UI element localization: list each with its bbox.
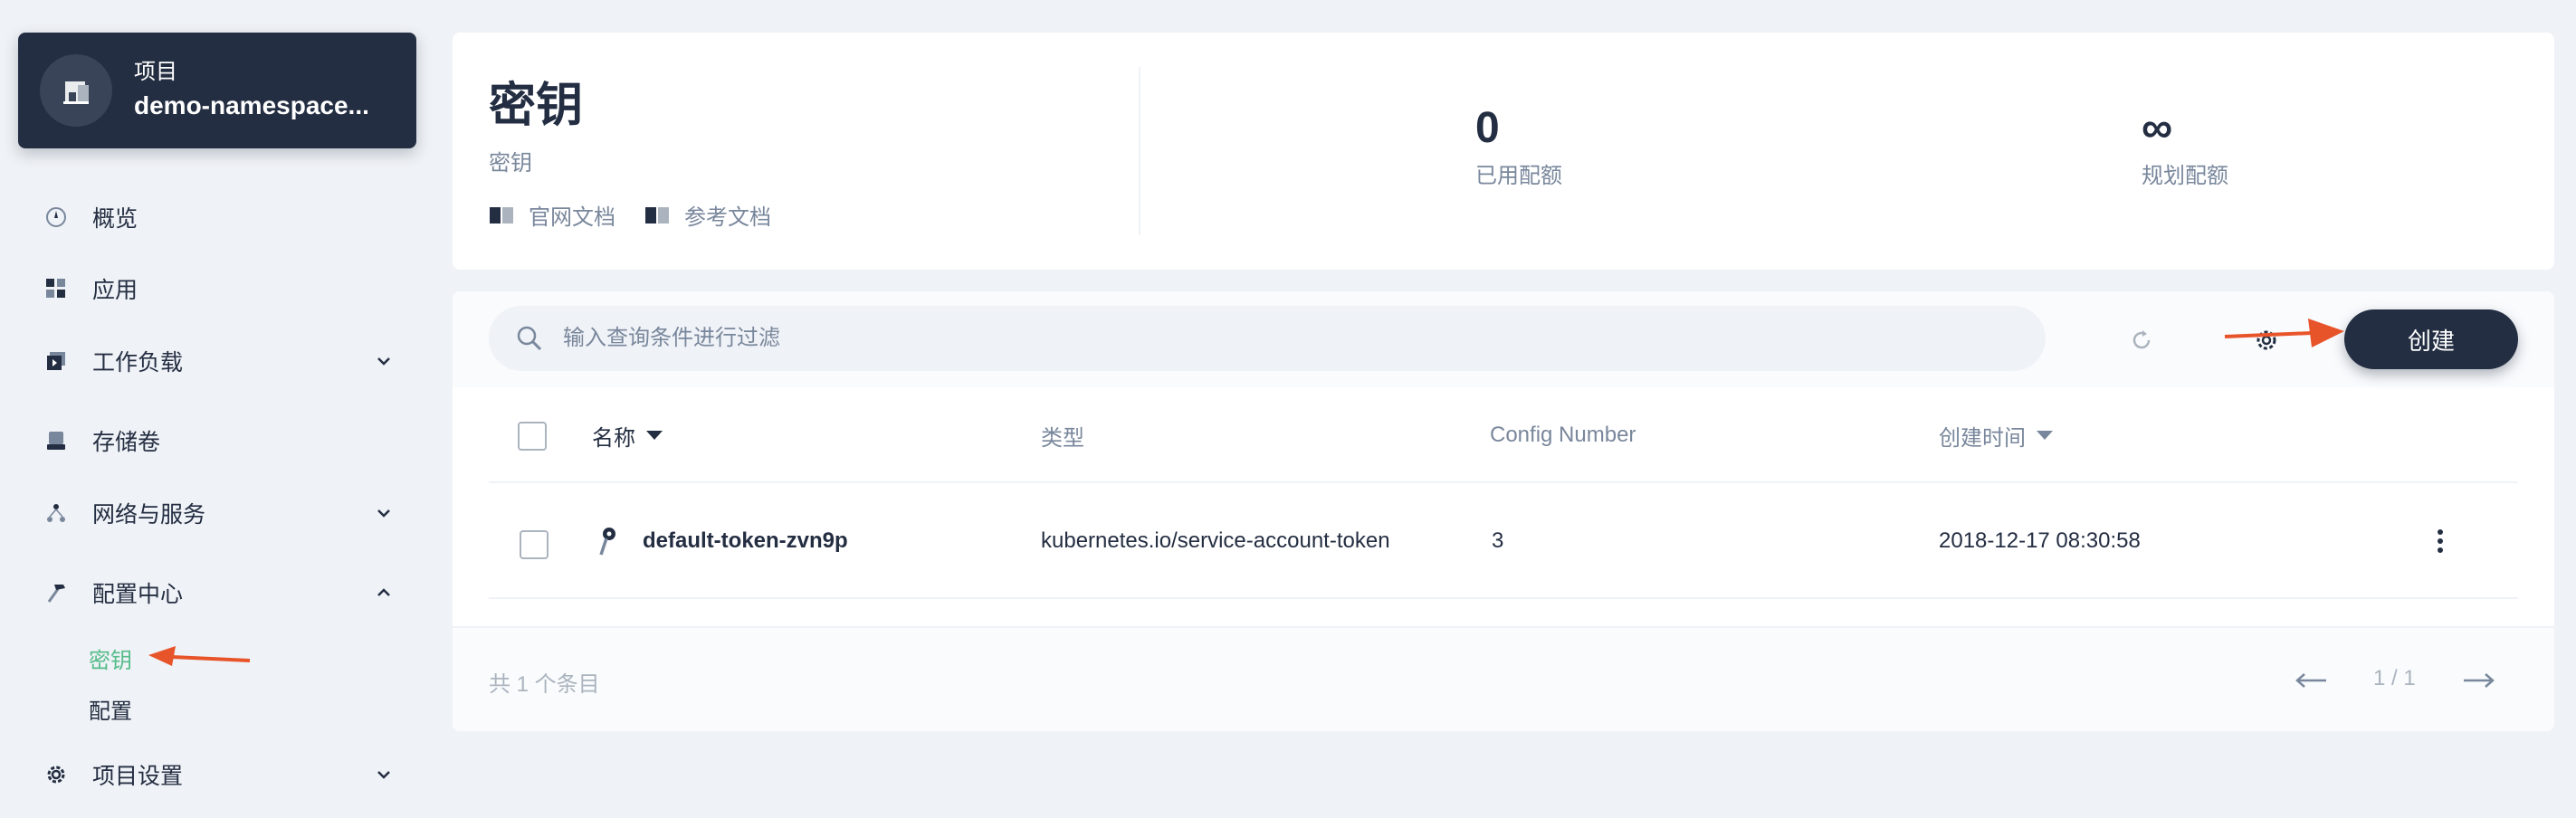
- page-header: 密钥 密钥 官网文档 参考文档 0 已用配额 ∞ 规划配额: [453, 33, 2554, 270]
- search-bar[interactable]: [489, 306, 2046, 371]
- sidebar-subitem-configmaps[interactable]: 配置: [89, 693, 132, 725]
- column-header-label: Config Number: [1490, 423, 1636, 447]
- refresh-button[interactable]: [2123, 322, 2160, 358]
- page-indicator: 1 / 1: [2373, 666, 2416, 690]
- sort-caret-icon: [2037, 431, 2053, 440]
- hammer-icon: [43, 580, 69, 605]
- column-header-label: 名称: [592, 425, 635, 451]
- chevron-down-icon[interactable]: [371, 348, 396, 374]
- chevron-up-icon[interactable]: [371, 580, 396, 605]
- table-row[interactable]: default-token-zvn9p kubernetes.io/servic…: [489, 483, 2518, 599]
- column-header-created[interactable]: 创建时间: [1939, 387, 2053, 483]
- project-selector[interactable]: 项目 demo-namespace...: [18, 33, 416, 148]
- sidebar-item-settings[interactable]: 项目设置: [43, 747, 396, 802]
- network-icon: [43, 500, 69, 526]
- column-header-type: 类型: [1041, 387, 1084, 483]
- column-header-label: 创建时间: [1939, 425, 2026, 451]
- dashboard-icon: [43, 204, 69, 230]
- storage-icon: [43, 428, 69, 453]
- sidebar-item-label: 工作负载: [92, 350, 184, 376]
- sidebar-item-label: 应用: [92, 278, 138, 303]
- quota-used: 0 已用配额: [1475, 103, 1562, 189]
- header-divider: [1139, 67, 1140, 235]
- official-docs-link[interactable]: 官网文档: [489, 199, 615, 231]
- sidebar-item-workloads[interactable]: 工作负载: [43, 334, 396, 388]
- quota-used-label: 已用配额: [1475, 164, 1562, 188]
- page-title: 密钥: [489, 80, 584, 132]
- secret-config-number: 3: [1492, 528, 1504, 553]
- chevron-down-icon[interactable]: [371, 762, 396, 787]
- arrow-left-icon: [2295, 673, 2326, 688]
- sidebar-item-apps[interactable]: 应用: [43, 262, 396, 316]
- apps-grid-icon: [43, 276, 69, 301]
- sidebar-item-label: 概览: [92, 206, 138, 232]
- column-header-label: 类型: [1041, 425, 1084, 451]
- project-avatar: [40, 54, 112, 127]
- sidebar-item-label: 存储卷: [92, 430, 161, 455]
- quota-planned-label: 规划配额: [2142, 164, 2228, 188]
- quota-planned: ∞ 规划配额: [2142, 103, 2228, 189]
- row-checkbox[interactable]: [520, 530, 549, 559]
- column-header-name[interactable]: 名称: [592, 387, 663, 483]
- sort-caret-icon: [646, 431, 663, 440]
- annotation-arrow-right: [2224, 319, 2344, 347]
- next-page-button[interactable]: [2460, 662, 2496, 699]
- quota-used-value: 0: [1475, 104, 1500, 152]
- search-input[interactable]: [563, 326, 1921, 351]
- table-footer: 共 1 个条目 1 / 1: [453, 626, 2554, 731]
- quota-planned-value: ∞: [2142, 104, 2173, 152]
- workload-icon: [43, 348, 69, 374]
- search-icon: [517, 326, 542, 351]
- doc-links: 官网文档 参考文档: [489, 199, 800, 231]
- table-header: 名称 类型 Config Number 创建时间: [489, 387, 2518, 483]
- doc-link-label: 官网文档: [529, 205, 615, 230]
- sidebar-item-label: 网络与服务: [92, 502, 206, 528]
- sidebar-item-network[interactable]: 网络与服务: [43, 486, 396, 540]
- select-all-checkbox[interactable]: [518, 422, 547, 451]
- sidebar-item-volumes[interactable]: 存储卷: [43, 414, 396, 468]
- secret-name-link[interactable]: default-token-zvn9p: [643, 483, 848, 599]
- column-header-config-number: Config Number: [1490, 387, 1636, 483]
- sidebar-item-label: 配置中心: [92, 582, 184, 607]
- refresh-icon: [2132, 330, 2151, 349]
- sidebar-item-config-center[interactable]: 配置中心: [43, 566, 396, 620]
- project-name: demo-namespace...: [134, 91, 369, 119]
- secrets-table-card: 创建 名称 类型 Config Number 创建时间 default-toke…: [453, 291, 2554, 731]
- arrow-right-icon: [2464, 673, 2495, 688]
- chevron-down-icon[interactable]: [371, 500, 396, 526]
- book-icon: [490, 206, 513, 224]
- gear-icon: [43, 762, 69, 787]
- sidebar: 项目 demo-namespace... 概览 应用 工作负载 存储卷 网络与服…: [0, 0, 434, 818]
- reference-docs-link[interactable]: 参考文档: [644, 199, 771, 231]
- sidebar-subitem-secrets[interactable]: 密钥: [89, 642, 132, 674]
- prev-page-button[interactable]: [2294, 662, 2330, 699]
- page-subtitle: 密钥: [489, 151, 532, 176]
- annotation-arrow-left: [148, 646, 251, 666]
- row-more-button[interactable]: [2435, 483, 2446, 599]
- project-label: 项目: [134, 60, 177, 84]
- total-count: 共 1 个条目: [489, 672, 600, 697]
- secret-key-icon: [596, 483, 621, 599]
- secret-type: kubernetes.io/service-account-token: [1041, 528, 1390, 553]
- sidebar-item-label: 项目设置: [92, 764, 184, 789]
- project-icon: [63, 81, 89, 104]
- sidebar-item-overview[interactable]: 概览: [43, 190, 396, 244]
- book-icon: [645, 206, 669, 224]
- secret-created-time: 2018-12-17 08:30:58: [1939, 528, 2141, 553]
- create-button[interactable]: 创建: [2344, 309, 2518, 369]
- more-vertical-icon: [2438, 529, 2443, 553]
- doc-link-label: 参考文档: [684, 205, 771, 230]
